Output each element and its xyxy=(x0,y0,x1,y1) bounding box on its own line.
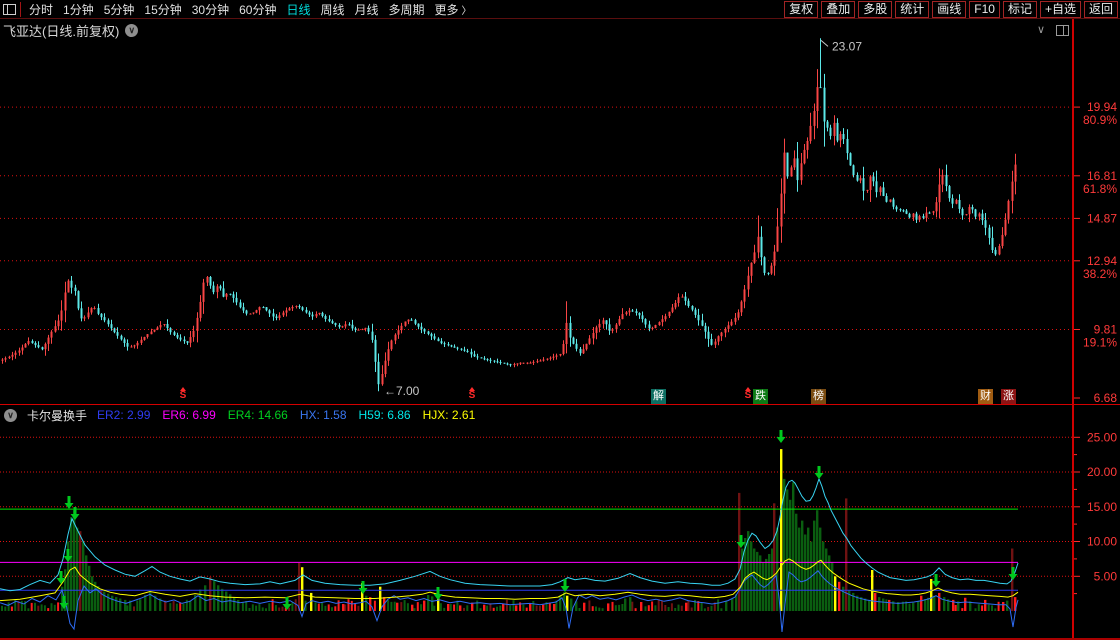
axis-label-indicator: 25.00 xyxy=(1087,430,1117,444)
indicator-name: 卡尔曼换手 xyxy=(27,408,88,423)
s-marker-label: S xyxy=(468,390,476,401)
ex-rights-marker[interactable]: S xyxy=(178,387,188,401)
axis-label-indicator: 10.00 xyxy=(1087,535,1117,549)
axis-label-indicator: 15.00 xyxy=(1087,500,1117,514)
price-axis-line xyxy=(1072,19,1074,638)
axis-label-indicator: 5.00 xyxy=(1094,569,1118,583)
panel-divider xyxy=(0,404,1120,405)
split-window-icon[interactable] xyxy=(3,3,16,15)
indicator-field-ER6: ER6: 6.99 xyxy=(162,408,216,422)
period-item-月线[interactable]: 月线 xyxy=(355,1,379,18)
toolbar-button-统计[interactable]: 统计 xyxy=(895,0,930,18)
indicator-field-HX: HX: 1.58 xyxy=(299,408,347,422)
ex-rights-marker[interactable]: S xyxy=(743,387,753,401)
period-items: 分时 1分钟 5分钟 15分钟 30分钟 60分钟 日线 周线 月线 多周期 更多 xyxy=(24,1,464,18)
indicator-field-ER4: ER4: 14.66 xyxy=(227,408,288,422)
toolbar-button-+自选[interactable]: +自选 xyxy=(1039,0,1081,18)
toolbar-button-F10[interactable]: F10 xyxy=(969,0,1000,18)
event-badge-跌[interactable]: 跌 xyxy=(753,389,768,404)
axis-label-price: 12.94 xyxy=(1087,254,1117,268)
axis-label-percent: 80.9% xyxy=(1083,113,1117,127)
toolbar-buttons: 复权 叠加 多股 统计 画线 F10 标记 +自选 返回 xyxy=(784,0,1118,18)
toolbar-button-标记[interactable]: 标记 xyxy=(1002,0,1037,18)
period-item-30分钟[interactable]: 30分钟 xyxy=(192,1,229,18)
price-annotation-high: 23.07 xyxy=(832,39,862,53)
sell-signal-arrow-icon xyxy=(358,581,368,594)
axis-label-percent: 38.2% xyxy=(1083,267,1117,281)
sell-signal-arrow-icon xyxy=(282,597,292,610)
axis-label-price: 14.87 xyxy=(1087,211,1117,225)
indicator-field-ER2: ER2: 2.99 xyxy=(97,408,151,422)
indicator-header: ∨ 卡尔曼换手 ER2: 2.99 ER6: 6.99 ER4: 14.66 HX: … xyxy=(0,406,1074,424)
indicator-field-H59: H59: 6.86 xyxy=(358,408,411,422)
axis-label-price: 9.81 xyxy=(1094,323,1118,337)
toolbar-button-复权[interactable]: 复权 xyxy=(784,0,819,18)
period-item-60分钟[interactable]: 60分钟 xyxy=(239,1,276,18)
period-menu: 分时 1分钟 5分钟 15分钟 30分钟 60分钟 日线 周线 月线 多周期 更多 〉 xyxy=(0,0,472,18)
axis-label-percent: 61.8% xyxy=(1083,182,1117,196)
toolbar-button-叠加[interactable]: 叠加 xyxy=(821,0,856,18)
period-item-日线[interactable]: 日线 xyxy=(286,1,310,18)
chevron-down-icon[interactable]: ∨ xyxy=(4,408,17,422)
axis-label-price: 19.94 xyxy=(1087,100,1117,114)
ex-rights-marker[interactable]: S xyxy=(467,387,477,401)
event-badge-涨[interactable]: 涨 xyxy=(1001,389,1016,404)
period-item-多周期[interactable]: 多周期 xyxy=(389,1,425,18)
more-arrow-icon[interactable]: 〉 xyxy=(462,2,472,17)
period-item-分时[interactable]: 分时 xyxy=(29,1,53,18)
axis-label-price: 16.81 xyxy=(1087,169,1117,183)
price-annotation-low: ←7.00 xyxy=(384,384,420,398)
event-badge-财[interactable]: 财 xyxy=(978,389,993,404)
period-item-1分钟[interactable]: 1分钟 xyxy=(63,1,94,18)
axis-label-indicator: 20.00 xyxy=(1087,465,1117,479)
period-item-更多[interactable]: 更多 xyxy=(435,1,459,18)
axis-label-percent: 19.1% xyxy=(1083,336,1117,350)
main-price-chart[interactable]: 23.07 ←7.00 19.9480.9% 16.8161.8% 14.87 12.94… xyxy=(0,19,1120,405)
indicator-values: ER2: 2.99 ER6: 6.99 ER4: 14.66 HX: 1.58 H59:… xyxy=(97,408,475,422)
toolbar-button-多股[interactable]: 多股 xyxy=(858,0,893,18)
indicator-field-HJX: HJX: 2.61 xyxy=(422,408,476,422)
period-item-周线[interactable]: 周线 xyxy=(320,1,344,18)
indicator-chart[interactable]: 25.00 20.00 15.00 10.00 5.00 xyxy=(0,425,1120,639)
event-badge-解[interactable]: 解 xyxy=(651,389,666,404)
top-toolbar: 分时 1分钟 5分钟 15分钟 30分钟 60分钟 日线 周线 月线 多周期 更多 〉 复权 叠加 多股… xyxy=(0,0,1120,19)
sell-signal-arrow-icon xyxy=(776,430,786,443)
toolbar-button-返回[interactable]: 返回 xyxy=(1083,0,1118,18)
event-badge-榜[interactable]: 榜 xyxy=(811,389,826,404)
s-marker-label: S xyxy=(179,390,187,401)
trading-app-window: 分时 1分钟 5分钟 15分钟 30分钟 60分钟 日线 周线 月线 多周期 更多 〉 复权 叠加 多股… xyxy=(0,0,1120,640)
s-marker-label: S xyxy=(744,390,752,401)
toolbar-separator xyxy=(20,1,21,17)
axis-label-price: 6.68 xyxy=(1094,391,1118,405)
period-item-5分钟[interactable]: 5分钟 xyxy=(104,1,135,18)
period-item-15分钟[interactable]: 15分钟 xyxy=(144,1,181,18)
toolbar-button-画线[interactable]: 画线 xyxy=(932,0,967,18)
